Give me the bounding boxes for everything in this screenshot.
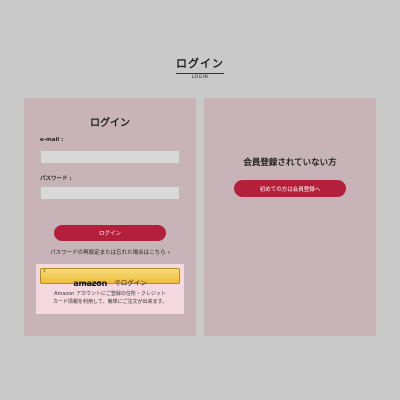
- forgot-password-text[interactable]: パスワードの再設定または忘れた場合はこちら: [50, 250, 166, 256]
- page-title: ログイン: [176, 55, 224, 74]
- forgot-password-link[interactable]: パスワードの再設定または忘れた場合はこちら ›: [24, 248, 196, 256]
- amazon-note-line-1: Amazon アカウントにご登録の住所・クレジット: [54, 291, 166, 297]
- chevron-right-icon: ›: [167, 250, 170, 256]
- amazon-login-section: $ amazon でログイン Amazon アカウントにご登録の住所・クレジット…: [36, 264, 184, 314]
- amazon-login-label: でログイン: [114, 279, 147, 287]
- login-heading: ログイン: [90, 118, 130, 129]
- amazon-smile-icon: [80, 281, 102, 285]
- amazon-note: Amazon アカウントにご登録の住所・クレジット カード情報を利用して、簡単に…: [36, 290, 184, 306]
- page-subtitle: LOGIN: [191, 75, 209, 80]
- register-button[interactable]: 初めての方は会員登録へ: [234, 180, 346, 197]
- page-header: ログイン LOGIN: [0, 52, 400, 80]
- email-label: e-mail :: [40, 137, 64, 143]
- amazon-note-line-2: カード情報を利用して、簡単にご注文が出来ます。: [52, 299, 167, 305]
- login-panel: ログイン e-mail : パスワード : ログイン パスワードの再設定または忘…: [24, 98, 196, 336]
- amazon-login-button[interactable]: $ amazon でログイン: [40, 268, 180, 288]
- register-heading: 会員登録されていない方: [243, 158, 337, 168]
- login-button[interactable]: ログイン: [54, 225, 166, 241]
- amazon-corner-mark: $: [43, 269, 46, 274]
- password-field[interactable]: [40, 186, 180, 200]
- email-field[interactable]: [40, 150, 180, 164]
- register-panel: 会員登録されていない方 初めての方は会員登録へ: [204, 98, 376, 336]
- password-label: パスワード :: [40, 176, 72, 182]
